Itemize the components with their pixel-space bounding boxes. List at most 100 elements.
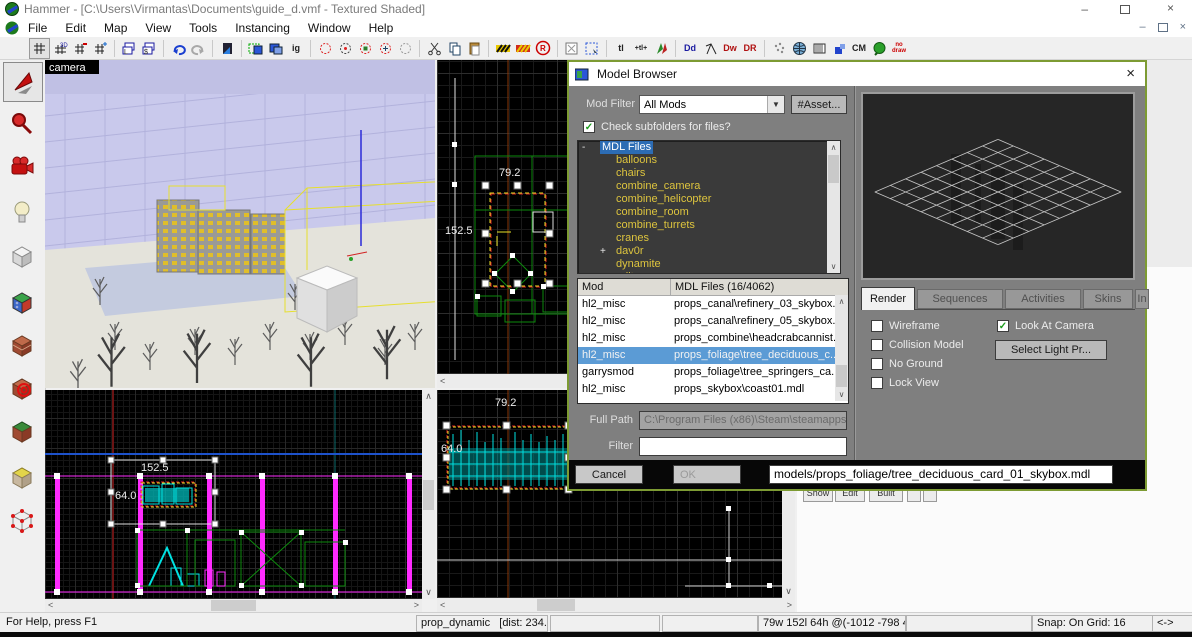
dialog-title-bar[interactable]: Model Browser × bbox=[569, 62, 1145, 86]
scroll-thumb[interactable] bbox=[423, 480, 434, 510]
tree-item[interactable]: combine_turrets bbox=[578, 219, 840, 232]
subfolders-checkbox[interactable]: ✓ bbox=[583, 121, 595, 133]
magnify-tool-button[interactable] bbox=[3, 105, 41, 143]
select-light-button[interactable]: Select Light Pr... bbox=[995, 340, 1107, 360]
viewport-2d-side-hscrollbar[interactable]: < > bbox=[45, 599, 422, 612]
column-mdl-files[interactable]: MDL Files (16/4062) bbox=[671, 279, 848, 295]
mdi-restore-button[interactable] bbox=[1158, 23, 1168, 32]
undo-button[interactable] bbox=[169, 39, 188, 58]
mdi-minimize-button[interactable]: – bbox=[1139, 21, 1145, 33]
list-scrollbar[interactable]: ∧ ∨ bbox=[835, 295, 848, 401]
look-at-camera-checkbox[interactable]: ✓ bbox=[997, 320, 1009, 332]
toggle-select-bounds-button[interactable] bbox=[563, 39, 582, 58]
menu-tools[interactable]: Tools bbox=[180, 19, 226, 37]
selection-mode-4-button[interactable] bbox=[376, 39, 395, 58]
save-window-state-button[interactable]: $ bbox=[140, 39, 159, 58]
model-folder-tree[interactable]: -MDL Files balloons chairs combine_camer… bbox=[577, 140, 841, 274]
show-models-2d-button[interactable] bbox=[701, 39, 720, 58]
model-preview[interactable] bbox=[861, 92, 1135, 280]
center-on-map-button[interactable]: CM bbox=[850, 39, 869, 58]
apply-texture-tool-button[interactable] bbox=[3, 326, 41, 364]
draw-world-button[interactable]: Dw bbox=[721, 39, 740, 58]
model-file-list[interactable]: Mod MDL Files (16/4062) hl2_miscprops_ca… bbox=[577, 278, 849, 404]
scroll-down-icon[interactable]: ∨ bbox=[835, 388, 848, 401]
result-path-field[interactable]: models/props_foliage/tree_deciduous_card… bbox=[769, 465, 1113, 484]
clipping-tool-button[interactable] bbox=[3, 458, 41, 496]
list-row[interactable]: hl2_miscprops_combine\headcrabcannist.. bbox=[578, 330, 848, 347]
visgroup-stripes-button[interactable] bbox=[810, 39, 829, 58]
displacement-mask-button[interactable] bbox=[652, 39, 671, 58]
selection-mode-3-button[interactable] bbox=[356, 39, 375, 58]
globe-button[interactable] bbox=[790, 39, 809, 58]
menu-window[interactable]: Window bbox=[299, 19, 360, 37]
texture-application-tool-button[interactable] bbox=[3, 283, 41, 321]
larger-grid-button[interactable] bbox=[91, 39, 110, 58]
overlay-tool-button[interactable] bbox=[3, 412, 41, 450]
viewport-3d[interactable]: camera bbox=[45, 60, 435, 388]
list-row[interactable]: hl2_miscprops_canal\refinery_03_skybox.. bbox=[578, 296, 848, 313]
wireframe-checkbox[interactable] bbox=[871, 320, 883, 332]
draw-ropes-button[interactable]: DR bbox=[741, 39, 760, 58]
camera-tool-button[interactable] bbox=[3, 148, 41, 186]
vertex-tool-button[interactable] bbox=[3, 501, 41, 539]
tree-item[interactable]: +dav0r bbox=[578, 245, 840, 258]
column-mod[interactable]: Mod bbox=[578, 279, 671, 295]
tree-item[interactable]: combine_camera bbox=[578, 180, 840, 193]
scroll-down-icon[interactable]: ∨ bbox=[827, 260, 840, 273]
viewport-2d-side-vscrollbar[interactable]: ∧ ∨ bbox=[422, 390, 435, 599]
hide-unselected-button[interactable] bbox=[514, 39, 533, 58]
mod-filter-select[interactable]: All Mods ▼ bbox=[639, 95, 785, 114]
viewport-2d-side[interactable]: 152.5 64.0 bbox=[45, 390, 422, 599]
chat-button[interactable] bbox=[870, 39, 889, 58]
tree-item[interactable]: chairs bbox=[578, 167, 840, 180]
texture-lock-button[interactable]: tl bbox=[612, 39, 631, 58]
tree-item-root[interactable]: -MDL Files bbox=[578, 141, 840, 154]
menu-view[interactable]: View bbox=[136, 19, 180, 37]
toggle-grid-button[interactable] bbox=[29, 38, 50, 59]
blue-cube-button[interactable] bbox=[830, 39, 849, 58]
block-tool-button[interactable] bbox=[3, 237, 41, 275]
ignore-groups-button[interactable]: ig bbox=[287, 39, 306, 58]
detail-objects-button[interactable]: Dd bbox=[681, 39, 700, 58]
spray-button[interactable] bbox=[770, 39, 789, 58]
scroll-thumb[interactable] bbox=[211, 600, 256, 611]
nodraw-button[interactable]: nodraw bbox=[890, 39, 909, 58]
scroll-left-button[interactable]: < bbox=[45, 599, 56, 612]
menu-map[interactable]: Map bbox=[95, 19, 136, 37]
tree-item[interactable]: cranes bbox=[578, 232, 840, 245]
tree-item[interactable]: combine_helicopter bbox=[578, 193, 840, 206]
close-button[interactable]: × bbox=[1167, 2, 1174, 14]
menu-edit[interactable]: Edit bbox=[56, 19, 95, 37]
tree-item[interactable]: balloons bbox=[578, 154, 840, 167]
collapse-icon[interactable]: - bbox=[582, 141, 585, 154]
tab-render[interactable]: Render bbox=[861, 287, 915, 310]
entity-tool-button[interactable] bbox=[3, 194, 41, 232]
selection-mode-1-button[interactable] bbox=[316, 39, 335, 58]
texture-scale-lock-button[interactable]: +tl+ bbox=[632, 39, 651, 58]
radius-culling-button[interactable]: R bbox=[534, 39, 553, 58]
filter-input[interactable]: skybox bbox=[639, 437, 847, 456]
collision-model-checkbox[interactable] bbox=[871, 339, 883, 351]
load-window-state-button[interactable]: L bbox=[120, 39, 139, 58]
tab-info[interactable]: In bbox=[1135, 289, 1149, 309]
redo-button[interactable] bbox=[189, 39, 208, 58]
copy-button[interactable] bbox=[445, 39, 464, 58]
scroll-left-button[interactable]: < bbox=[437, 599, 448, 612]
selection-mode-5-button[interactable] bbox=[396, 39, 415, 58]
tree-scrollbar[interactable]: ∧ ∨ bbox=[827, 141, 840, 273]
scroll-up-icon[interactable]: ∧ bbox=[835, 295, 848, 308]
scroll-down-button[interactable]: ∨ bbox=[422, 586, 435, 599]
paste-button[interactable] bbox=[465, 39, 484, 58]
minimize-button[interactable]: – bbox=[1081, 3, 1088, 15]
no-ground-checkbox[interactable] bbox=[871, 358, 883, 370]
selection-mode-2-button[interactable] bbox=[336, 39, 355, 58]
tab-skins[interactable]: Skins bbox=[1083, 289, 1133, 309]
mdi-close-button[interactable]: × bbox=[1180, 21, 1186, 33]
smaller-grid-button[interactable] bbox=[71, 39, 90, 58]
tab-sequences[interactable]: Sequences bbox=[917, 289, 1003, 309]
lock-view-checkbox[interactable] bbox=[871, 377, 883, 389]
scroll-right-button[interactable]: > bbox=[411, 599, 422, 612]
restore-button[interactable] bbox=[1120, 5, 1130, 14]
dialog-close-icon[interactable]: × bbox=[1126, 65, 1135, 82]
object-properties-button[interactable] bbox=[218, 39, 237, 58]
